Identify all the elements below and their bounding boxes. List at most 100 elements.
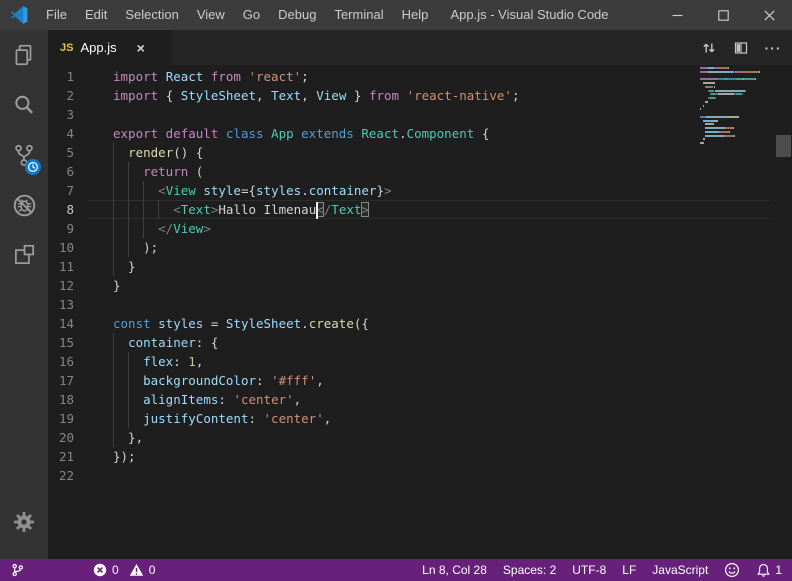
git-branch-icon[interactable] — [10, 562, 25, 578]
line-number-4: 4 — [48, 124, 74, 143]
status-javascript[interactable]: JavaScript — [652, 563, 708, 577]
minimap-line — [700, 135, 772, 137]
code-line-3[interactable] — [113, 105, 704, 124]
code-line-5[interactable]: render() { — [113, 143, 704, 162]
menu-go[interactable]: Go — [234, 0, 269, 30]
code-line-6[interactable]: return ( — [113, 162, 704, 181]
code-line-20[interactable]: }, — [113, 428, 704, 447]
indent-guide — [113, 428, 114, 447]
line-number-10: 10 — [48, 238, 74, 257]
errors-count: 0 — [112, 563, 119, 577]
maximize-icon[interactable] — [700, 0, 746, 30]
scrollbar-thumb[interactable] — [776, 135, 791, 157]
line-number-2: 2 — [48, 86, 74, 105]
code-line-2[interactable]: import { StyleSheet, Text, View } from '… — [113, 86, 704, 105]
javascript-file-icon: JS — [60, 42, 73, 54]
code-line-18[interactable]: alignItems: 'center', — [113, 390, 704, 409]
minimap-line — [700, 67, 772, 69]
code-line-13[interactable] — [113, 295, 704, 314]
line-number-14: 14 — [48, 314, 74, 333]
minimap-line — [700, 93, 772, 95]
menu-debug[interactable]: Debug — [269, 0, 325, 30]
indent-guide — [128, 181, 129, 200]
menu-terminal[interactable]: Terminal — [325, 0, 392, 30]
code-line-4[interactable]: export default class App extends React.C… — [113, 124, 704, 143]
menu-file[interactable]: File — [37, 0, 76, 30]
feedback-smiley-icon[interactable] — [724, 562, 740, 578]
split-editor-icon[interactable] — [732, 39, 750, 57]
menu-view[interactable]: View — [188, 0, 234, 30]
indent-guide — [158, 200, 159, 219]
code-line-19[interactable]: justifyContent: 'center', — [113, 409, 704, 428]
notifications[interactable]: 1 — [756, 562, 782, 578]
window-title: App.js - Visual Studio Code — [405, 0, 654, 30]
source-control-icon[interactable] — [0, 130, 48, 180]
code-line-7[interactable]: <View style={styles.container}> — [113, 181, 704, 200]
minimap-line — [700, 142, 772, 144]
code-line-8[interactable]: <Text>Hallo Ilmenau</Text> — [113, 200, 704, 219]
warnings-count: 0 — [149, 563, 156, 577]
menu-edit[interactable]: Edit — [76, 0, 116, 30]
code-editor[interactable]: 12345678910111213141516171819202122 impo… — [48, 65, 792, 559]
line-number-7: 7 — [48, 181, 74, 200]
line-number-18: 18 — [48, 390, 74, 409]
line-number-5: 5 — [48, 143, 74, 162]
code-line-21[interactable]: }); — [113, 447, 704, 466]
line-number-9: 9 — [48, 219, 74, 238]
menubar: FileEditSelectionViewGoDebugTerminalHelp — [37, 0, 437, 30]
code-line-16[interactable]: flex: 1, — [113, 352, 704, 371]
status-utf-8[interactable]: UTF-8 — [572, 563, 606, 577]
code-line-22[interactable] — [113, 466, 704, 485]
debug-icon[interactable] — [0, 180, 48, 230]
minimize-icon[interactable] — [654, 0, 700, 30]
code-line-1[interactable]: import React from 'react'; — [113, 67, 704, 86]
tab-label: App.js — [80, 40, 116, 55]
code-line-12[interactable]: } — [113, 276, 704, 295]
settings-gear-icon[interactable] — [0, 497, 48, 547]
indent-guide — [128, 409, 129, 428]
code-line-15[interactable]: container: { — [113, 333, 704, 352]
search-icon[interactable] — [0, 80, 48, 130]
indent-guide — [113, 181, 114, 200]
extensions-icon[interactable] — [0, 230, 48, 280]
tab-appjs[interactable]: JS App.js × — [48, 30, 172, 65]
explorer-icon[interactable] — [0, 30, 48, 80]
minimap-line — [700, 105, 772, 107]
minimap-line — [700, 112, 772, 114]
scm-pending-clock-badge — [25, 159, 41, 175]
menu-selection[interactable]: Selection — [116, 0, 187, 30]
indent-guide — [128, 162, 129, 181]
activity-bar — [0, 30, 48, 559]
status-spaces-2[interactable]: Spaces: 2 — [503, 563, 556, 577]
code-line-17[interactable]: backgroundColor: '#fff', — [113, 371, 704, 390]
line-number-21: 21 — [48, 447, 74, 466]
line-number-12: 12 — [48, 276, 74, 295]
minimap-line — [700, 123, 772, 125]
errors-icon — [93, 563, 107, 577]
tab-close-icon[interactable]: × — [137, 41, 145, 55]
problems-indicator[interactable]: 0 0 — [93, 563, 155, 577]
titlebar: FileEditSelectionViewGoDebugTerminalHelp… — [0, 0, 792, 30]
minimap-line — [700, 90, 772, 92]
code-line-11[interactable]: } — [113, 257, 704, 276]
minimap[interactable] — [700, 67, 772, 150]
open-changes-icon[interactable] — [700, 39, 718, 57]
code-line-9[interactable]: </View> — [113, 219, 704, 238]
code-content[interactable]: import React from 'react';import { Style… — [113, 67, 704, 485]
editor-gutter: 12345678910111213141516171819202122 — [48, 67, 113, 485]
minimap-line — [700, 127, 772, 129]
indent-guide — [113, 257, 114, 276]
more-actions-icon[interactable]: ··· — [764, 39, 782, 57]
minimap-line — [700, 101, 772, 103]
editor-actions: ··· — [700, 30, 782, 65]
line-number-3: 3 — [48, 105, 74, 124]
indent-guide — [113, 200, 114, 219]
code-line-14[interactable]: const styles = StyleSheet.create({ — [113, 314, 704, 333]
minimap-line — [700, 138, 772, 140]
indent-guide — [113, 143, 114, 162]
close-icon[interactable] — [746, 0, 792, 30]
code-line-10[interactable]: ); — [113, 238, 704, 257]
line-number-13: 13 — [48, 295, 74, 314]
status-ln-8-col-28[interactable]: Ln 8, Col 28 — [422, 563, 487, 577]
status-lf[interactable]: LF — [622, 563, 636, 577]
